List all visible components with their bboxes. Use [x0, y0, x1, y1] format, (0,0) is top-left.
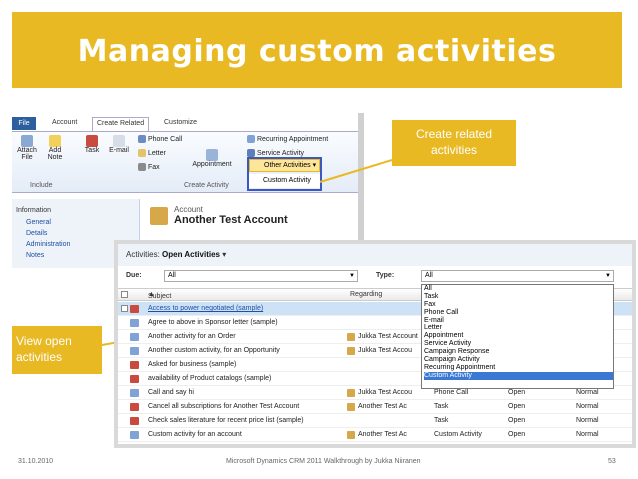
account-icon [347, 403, 355, 411]
footer-date: 31.10.2010 [18, 458, 54, 465]
row-regarding[interactable]: Jukka Test Accou [358, 389, 412, 396]
phone-icon [130, 389, 139, 397]
callout-create-related: Create related activities [392, 120, 516, 166]
type-option[interactable]: All [424, 285, 613, 293]
table-row[interactable]: Check sales literature for recent price … [118, 414, 632, 428]
type-option[interactable]: Campaign Activity [424, 356, 613, 364]
type-option[interactable]: Task [424, 293, 613, 301]
type-option[interactable]: Phone Call [424, 309, 613, 317]
row-regarding[interactable]: Another Test Ac [358, 431, 407, 438]
row-type: Custom Activity [434, 431, 482, 438]
row-priority: Normal [576, 431, 599, 438]
row-status: Open [508, 403, 526, 410]
task-icon [130, 417, 139, 425]
task-icon [130, 305, 139, 313]
row-subject[interactable]: Agree to above in Sponsor letter (sample… [148, 319, 278, 326]
row-priority: Normal [576, 417, 599, 424]
column-subject[interactable]: Subject ▲ [148, 291, 171, 300]
account-icon [347, 333, 355, 341]
row-subject[interactable]: Access to power negotiated (sample) [148, 305, 263, 312]
account-icon [347, 431, 355, 439]
chevron-down-icon: ▼ [605, 273, 611, 279]
connector-create-related [319, 159, 393, 183]
table-row[interactable]: Custom activity for an account Another T… [118, 428, 632, 442]
row-subject[interactable]: Cancel all subscriptions for Another Tes… [148, 403, 299, 410]
type-option[interactable]: E-mail [424, 317, 613, 325]
type-option[interactable]: Campaign Response [424, 348, 613, 356]
type-dropdown-list[interactable]: All Task Fax Phone Call E-mail Letter Ap… [421, 284, 614, 389]
row-subject[interactable]: Another custom activity, for an Opportun… [148, 347, 280, 354]
type-option[interactable]: Recurring Appointment [424, 364, 613, 372]
row-type: Task [434, 403, 449, 410]
task-icon [130, 361, 139, 369]
row-subject[interactable]: Call and say hi [148, 389, 194, 396]
grid-filters: Due: All ▼ Type: All ▼ [118, 268, 632, 284]
grid-header: Activities: Open Activities ▾ [118, 244, 632, 266]
type-option[interactable]: Appointment [424, 332, 613, 340]
row-regarding[interactable]: Another Test Ac [358, 403, 407, 410]
row-status: Open [508, 431, 526, 438]
row-subject[interactable]: Custom activity for an account [148, 431, 242, 438]
row-subject[interactable]: availability of Product catalogs (sample… [148, 375, 271, 382]
row-checkbox[interactable] [121, 305, 128, 312]
due-value: All [168, 272, 176, 279]
view-selector[interactable]: Open Activities [162, 250, 220, 259]
chevron-down-icon: ▼ [349, 273, 355, 279]
activity-icon [130, 319, 139, 327]
type-option-highlighted[interactable]: Custom Activity [424, 371, 613, 380]
row-subject[interactable]: Asked for business (sample) [148, 361, 236, 368]
callout-view-open: View open activities [12, 326, 102, 374]
select-all-checkbox[interactable] [121, 291, 128, 298]
table-row[interactable]: Cancel all subscriptions for Another Tes… [118, 400, 632, 414]
activity-icon [130, 431, 139, 439]
row-priority: Normal [576, 389, 599, 396]
account-icon [347, 389, 355, 397]
view-label: Activities: [126, 250, 160, 259]
row-regarding[interactable]: Jukka Test Accou [358, 347, 412, 354]
due-label: Due: [126, 272, 142, 279]
row-subject[interactable]: Another activity for an Order [148, 333, 236, 340]
account-icon [347, 347, 355, 355]
row-subject[interactable]: Check sales literature for recent price … [148, 417, 304, 424]
type-option[interactable]: Letter [424, 324, 613, 332]
row-type: Phone Call [434, 389, 469, 396]
row-status: Open [508, 417, 526, 424]
activity-icon [130, 347, 139, 355]
row-type: Task [434, 417, 449, 424]
footer-page-number: 53 [608, 458, 616, 465]
type-select[interactable]: All ▼ [421, 270, 614, 282]
type-option[interactable]: Service Activity [424, 340, 613, 348]
activities-grid-screenshot: Activities: Open Activities ▾ Due: All ▼ … [118, 244, 632, 444]
column-regarding[interactable]: Regarding [350, 291, 382, 298]
column-subject-label: Subject [148, 293, 172, 300]
row-regarding[interactable]: Jukka Test Account [358, 333, 418, 340]
type-label: Type: [376, 272, 395, 279]
task-icon [130, 403, 139, 411]
row-status: Open [508, 389, 526, 396]
row-priority: Normal [576, 403, 599, 410]
footer-center: Microsoft Dynamics CRM 2011 Walkthrough … [226, 458, 421, 465]
task-icon [130, 375, 139, 383]
type-option[interactable]: Fax [424, 301, 613, 309]
due-select[interactable]: All ▼ [164, 270, 358, 282]
type-value: All [425, 272, 433, 279]
activity-icon [130, 333, 139, 341]
